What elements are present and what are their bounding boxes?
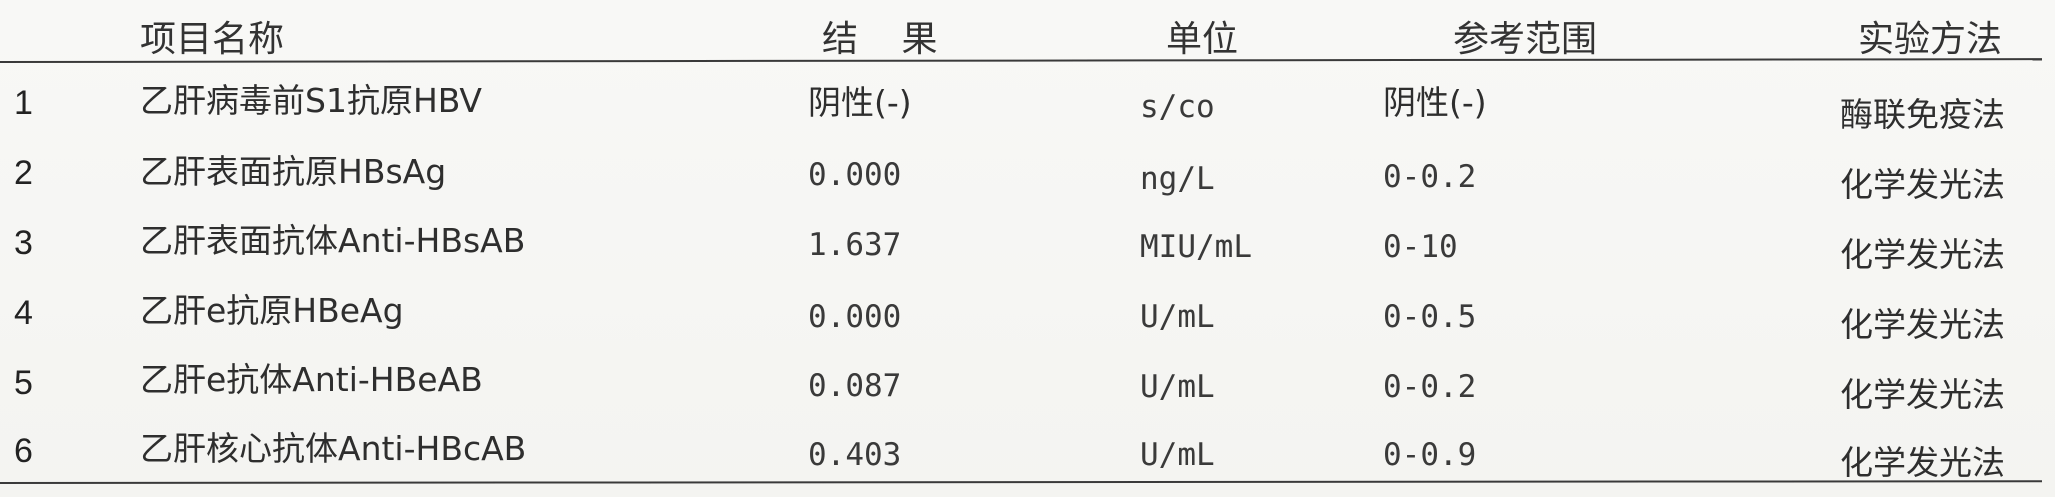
item-name: 乙肝核心抗体Anti-HBcAB [140,429,527,468]
table-top-rule [0,58,2042,63]
unit-value: s/co [1140,89,1215,125]
unit-value: U/mL [1140,299,1215,335]
reference-range: 0-10 [1383,229,1458,265]
header-method: 实验方法 [1858,19,2003,60]
reference-range: 0-0.9 [1383,437,1477,473]
result-value: 0.403 [808,437,902,473]
unit-value: ng/L [1140,161,1215,197]
header-item-name: 项目名称 [140,19,285,60]
result-value: 0.000 [808,157,902,193]
row-number: 2 [14,154,33,192]
header-result: 结 果 [822,19,954,60]
item-name: 乙肝表面抗原HBsAg [140,152,447,191]
method-value: 化学发光法 [1840,443,2005,482]
result-value: 1.637 [808,227,902,263]
unit-value: U/mL [1140,437,1215,473]
reference-range: 0-0.2 [1383,369,1477,405]
item-name: 乙肝e抗原HBeAg [140,291,404,330]
method-value: 化学发光法 [1840,375,2005,414]
lab-report-sheet: 项目名称 结 果 单位 参考范围 实验方法 1 乙肝病毒前S1抗原HBV 阴性(… [0,0,2055,497]
result-value: 阴性(-) [808,83,912,122]
reference-range: 0-0.5 [1383,299,1477,335]
header-unit: 单位 [1166,19,1239,60]
item-name: 乙肝表面抗体Anti-HBsAB [140,221,526,260]
reference-range: 0-0.2 [1383,159,1477,195]
method-value: 化学发光法 [1840,165,2005,204]
row-number: 6 [14,432,33,470]
row-number: 5 [14,364,33,402]
row-number: 4 [14,294,33,332]
method-value: 酶联免疫法 [1840,95,2005,134]
method-value: 化学发光法 [1840,235,2005,274]
reference-range: 阴性(-) [1383,83,1487,122]
item-name: 乙肝病毒前S1抗原HBV [140,81,482,120]
table-bottom-rule [0,480,2043,484]
unit-value: MIU/mL [1140,229,1252,265]
unit-value: U/mL [1140,369,1215,405]
row-number: 3 [14,224,33,262]
method-value: 化学发光法 [1840,305,2005,344]
result-value: 0.087 [808,368,902,404]
header-reference-range: 参考范围 [1453,19,1598,60]
item-name: 乙肝e抗体Anti-HBeAB [140,360,483,399]
row-number: 1 [14,84,33,122]
result-value: 0.000 [808,299,902,335]
